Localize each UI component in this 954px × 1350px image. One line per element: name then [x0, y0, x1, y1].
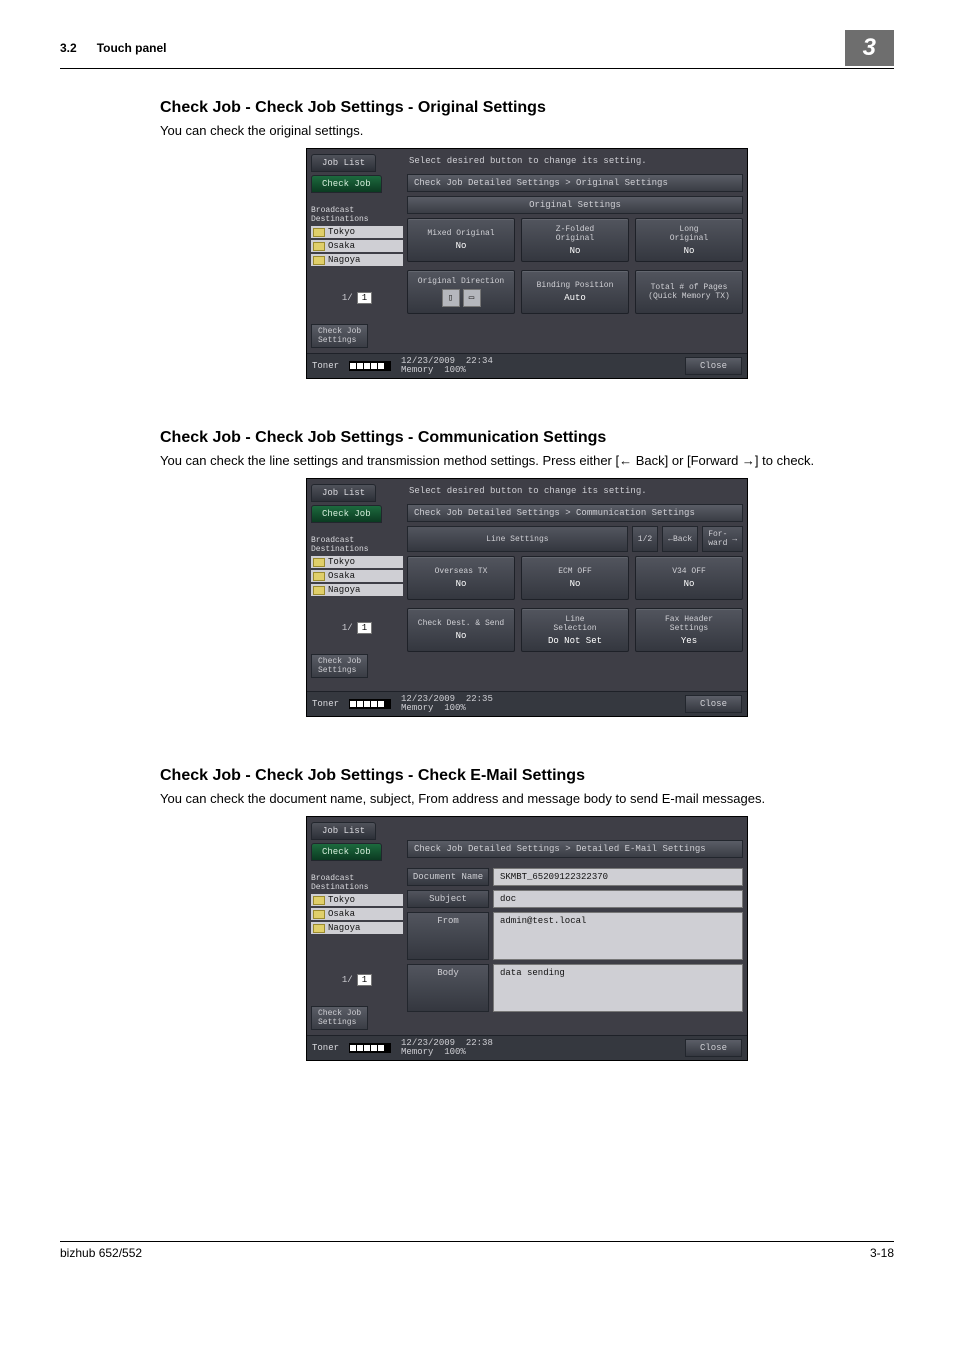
- pager: 1/ 1: [311, 622, 403, 634]
- tile-check-dest-send[interactable]: Check Dest. & Send No: [407, 608, 515, 652]
- body-value: data sending: [493, 964, 743, 1012]
- dest-nagoya[interactable]: Nagoya: [311, 922, 403, 934]
- breadcrumb: Check Job Detailed Settings > Detailed E…: [407, 840, 743, 858]
- from-label: From: [407, 912, 489, 960]
- toner-meter: [349, 699, 391, 709]
- dest-osaka[interactable]: Osaka: [311, 570, 403, 582]
- tile-total-pages[interactable]: Total # of Pages (Quick Memory TX): [635, 270, 743, 314]
- close-button[interactable]: Close: [685, 357, 742, 375]
- dest-tokyo[interactable]: Tokyo: [311, 556, 403, 568]
- tile-v34-off[interactable]: V34 OFF No: [635, 556, 743, 600]
- tile-mixed-original[interactable]: Mixed Original No: [407, 218, 515, 262]
- broadcast-label: Broadcast Destinations: [311, 206, 403, 224]
- mail-icon: [313, 924, 325, 933]
- subject-label: Subject: [407, 890, 489, 908]
- job-list-tab[interactable]: Job List: [311, 154, 376, 172]
- toner-label: Toner: [312, 1043, 339, 1053]
- broadcast-label: Broadcast Destinations: [311, 536, 403, 554]
- check-job-settings-button[interactable]: Check Job Settings: [311, 1006, 368, 1030]
- mail-icon: [313, 910, 325, 919]
- toner-label: Toner: [312, 361, 339, 371]
- touchpanel-communication: Job List Check Job Broadcast Destination…: [306, 478, 748, 717]
- footer-left: bizhub 652/552: [60, 1246, 142, 1260]
- tile-line-selection[interactable]: Line Selection Do Not Set: [521, 608, 629, 652]
- sec3-body: You can check the document name, subject…: [160, 791, 894, 806]
- status-bar: Toner 12/23/2009 22:34 Memory 100% Close: [307, 353, 747, 378]
- check-job-settings-button[interactable]: Check Job Settings: [311, 324, 368, 348]
- sec1-body: You can check the original settings.: [160, 123, 894, 138]
- sec1-title: Check Job - Check Job Settings - Origina…: [160, 99, 894, 117]
- from-value: admin@test.local: [493, 912, 743, 960]
- category-bar: Original Settings: [407, 196, 743, 214]
- page-footer: bizhub 652/552 3-18: [60, 1241, 894, 1260]
- close-button[interactable]: Close: [685, 1039, 742, 1057]
- check-job-settings-button[interactable]: Check Job Settings: [311, 654, 368, 678]
- toner-label: Toner: [312, 699, 339, 709]
- sec2-body: You can check the line settings and tran…: [160, 453, 894, 468]
- docname-label: Document Name: [407, 868, 489, 886]
- dest-nagoya[interactable]: Nagoya: [311, 254, 403, 266]
- chapter-badge: 3: [845, 30, 894, 66]
- prompt-text: Select desired button to change its sett…: [409, 486, 743, 496]
- back-button[interactable]: ← Back: [662, 526, 698, 552]
- check-job-tab[interactable]: Check Job: [311, 175, 382, 193]
- toner-meter: [349, 361, 391, 371]
- tile-binding-position[interactable]: Binding Position Auto: [521, 270, 629, 314]
- tile-long-original[interactable]: Long Original No: [635, 218, 743, 262]
- mail-icon: [313, 586, 325, 595]
- toner-meter: [349, 1043, 391, 1053]
- mail-icon: [313, 256, 325, 265]
- mail-icon: [313, 228, 325, 237]
- section-number: 3.2: [60, 41, 77, 55]
- footer-right: 3-18: [870, 1246, 894, 1260]
- touchpanel-email: Job List Check Job Broadcast Destination…: [306, 816, 748, 1061]
- orientation-landscape-icon: ▭: [463, 289, 481, 307]
- tile-original-direction[interactable]: Original Direction ▯ ▭: [407, 270, 515, 314]
- close-button[interactable]: Close: [685, 695, 742, 713]
- pager: 1/ 1: [311, 974, 403, 986]
- category-bar: Line Settings: [407, 526, 628, 552]
- dest-osaka[interactable]: Osaka: [311, 908, 403, 920]
- mail-icon: [313, 896, 325, 905]
- pager: 1/ 1: [311, 292, 403, 304]
- tile-zfolded-original[interactable]: Z-Folded Original No: [521, 218, 629, 262]
- mail-icon: [313, 572, 325, 581]
- section-title: Touch panel: [97, 41, 167, 55]
- dest-osaka[interactable]: Osaka: [311, 240, 403, 252]
- mail-icon: [313, 558, 325, 567]
- dest-tokyo[interactable]: Tokyo: [311, 226, 403, 238]
- sec3-title: Check Job - Check Job Settings - Check E…: [160, 767, 894, 785]
- tile-fax-header[interactable]: Fax Header Settings Yes: [635, 608, 743, 652]
- job-list-tab[interactable]: Job List: [311, 484, 376, 502]
- subject-value: doc: [493, 890, 743, 908]
- sec2-title: Check Job - Check Job Settings - Communi…: [160, 429, 894, 447]
- dest-tokyo[interactable]: Tokyo: [311, 894, 403, 906]
- page-indicator: 1/2: [632, 526, 658, 552]
- check-job-tab[interactable]: Check Job: [311, 843, 382, 861]
- status-bar: Toner 12/23/2009 22:35 Memory 100% Close: [307, 691, 747, 716]
- dest-nagoya[interactable]: Nagoya: [311, 584, 403, 596]
- breadcrumb: Check Job Detailed Settings > Communicat…: [407, 504, 743, 522]
- page-header: 3.2 Touch panel 3: [60, 30, 894, 69]
- status-bar: Toner 12/23/2009 22:38 Memory 100% Close: [307, 1035, 747, 1060]
- body-label: Body: [407, 964, 489, 1012]
- broadcast-label: Broadcast Destinations: [311, 874, 403, 892]
- orientation-portrait-icon: ▯: [442, 289, 460, 307]
- mail-icon: [313, 242, 325, 251]
- job-list-tab[interactable]: Job List: [311, 822, 376, 840]
- check-job-tab[interactable]: Check Job: [311, 505, 382, 523]
- breadcrumb: Check Job Detailed Settings > Original S…: [407, 174, 743, 192]
- tile-overseas-tx[interactable]: Overseas TX No: [407, 556, 515, 600]
- forward-button[interactable]: For- ward →: [702, 526, 743, 552]
- tile-ecm-off[interactable]: ECM OFF No: [521, 556, 629, 600]
- touchpanel-original: Job List Check Job Broadcast Destination…: [306, 148, 748, 379]
- docname-value: SKMBT_65209122322370: [493, 868, 743, 886]
- prompt-text: Select desired button to change its sett…: [409, 156, 743, 166]
